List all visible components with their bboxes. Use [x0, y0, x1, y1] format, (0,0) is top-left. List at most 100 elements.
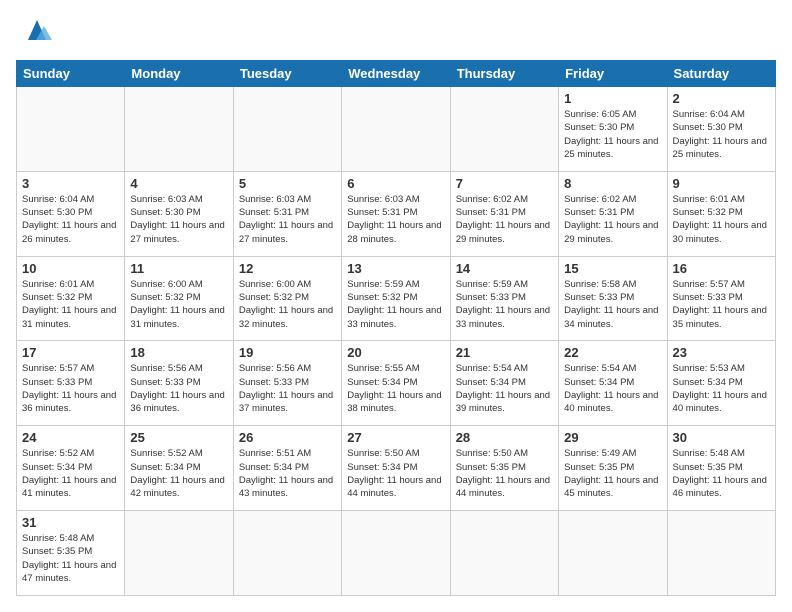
calendar-day-cell: 19Sunrise: 5:56 AM Sunset: 5:33 PM Dayli… — [233, 341, 341, 426]
day-info: Sunrise: 6:04 AM Sunset: 5:30 PM Dayligh… — [22, 193, 119, 246]
calendar-day-cell: 8Sunrise: 6:02 AM Sunset: 5:31 PM Daylig… — [559, 171, 667, 256]
header-friday: Friday — [559, 61, 667, 87]
day-number: 15 — [564, 261, 661, 276]
day-number: 22 — [564, 345, 661, 360]
day-number: 3 — [22, 176, 119, 191]
day-number: 20 — [347, 345, 444, 360]
day-info: Sunrise: 6:01 AM Sunset: 5:32 PM Dayligh… — [22, 278, 119, 331]
day-number: 4 — [130, 176, 227, 191]
day-info: Sunrise: 6:05 AM Sunset: 5:30 PM Dayligh… — [564, 108, 661, 161]
day-info: Sunrise: 6:00 AM Sunset: 5:32 PM Dayligh… — [130, 278, 227, 331]
header-tuesday: Tuesday — [233, 61, 341, 87]
day-number: 12 — [239, 261, 336, 276]
day-number: 28 — [456, 430, 553, 445]
day-number: 29 — [564, 430, 661, 445]
day-info: Sunrise: 6:03 AM Sunset: 5:31 PM Dayligh… — [347, 193, 444, 246]
day-info: Sunrise: 5:50 AM Sunset: 5:34 PM Dayligh… — [347, 447, 444, 500]
calendar-day-cell: 16Sunrise: 5:57 AM Sunset: 5:33 PM Dayli… — [667, 256, 775, 341]
calendar-day-cell: 21 Sunrise: 5:54 AM Sunset: 5:34 PM Dayli… — [450, 341, 558, 426]
day-number: 5 — [239, 176, 336, 191]
day-info: Sunrise: 5:58 AM Sunset: 5:33 PM Dayligh… — [564, 278, 661, 331]
calendar-day-cell — [450, 511, 558, 596]
calendar-day-cell: 3 Sunrise: 6:04 AM Sunset: 5:30 PM Daylig… — [17, 171, 125, 256]
day-info: Sunrise: 5:55 AM Sunset: 5:34 PM Dayligh… — [347, 362, 444, 415]
day-number: 27 — [347, 430, 444, 445]
calendar-day-cell — [342, 511, 450, 596]
day-info: Sunrise: 5:52 AM Sunset: 5:34 PM Dayligh… — [130, 447, 227, 500]
calendar-day-cell: 15 Sunrise: 5:58 AM Sunset: 5:33 PM Dayli… — [559, 256, 667, 341]
page: Sunday Monday Tuesday Wednesday Thursday… — [0, 0, 792, 612]
calendar-day-cell — [667, 511, 775, 596]
calendar-week-row: 17Sunrise: 5:57 AM Sunset: 5:33 PM Dayli… — [17, 341, 776, 426]
day-number: 9 — [673, 176, 770, 191]
header — [16, 16, 776, 50]
day-number: 18 — [130, 345, 227, 360]
calendar-day-cell — [233, 87, 341, 172]
header-wednesday: Wednesday — [342, 61, 450, 87]
calendar-day-cell: 30Sunrise: 5:48 AM Sunset: 5:35 PM Dayli… — [667, 426, 775, 511]
day-number: 30 — [673, 430, 770, 445]
calendar-day-cell: 12Sunrise: 6:00 AM Sunset: 5:32 PM Dayli… — [233, 256, 341, 341]
logo-icon — [18, 12, 56, 50]
day-number: 2 — [673, 91, 770, 106]
calendar-day-cell — [125, 511, 233, 596]
calendar-day-cell: 22 Sunrise: 5:54 AM Sunset: 5:34 PM Dayli… — [559, 341, 667, 426]
calendar-day-cell: 14 Sunrise: 5:59 AM Sunset: 5:33 PM Dayli… — [450, 256, 558, 341]
day-info: Sunrise: 6:04 AM Sunset: 5:30 PM Dayligh… — [673, 108, 770, 161]
day-number: 26 — [239, 430, 336, 445]
calendar-day-cell: 28Sunrise: 5:50 AM Sunset: 5:35 PM Dayli… — [450, 426, 558, 511]
calendar-day-cell — [233, 511, 341, 596]
calendar-day-cell: 10 Sunrise: 6:01 AM Sunset: 5:32 PM Dayli… — [17, 256, 125, 341]
calendar-week-row: 10 Sunrise: 6:01 AM Sunset: 5:32 PM Dayli… — [17, 256, 776, 341]
calendar-day-cell: 17Sunrise: 5:57 AM Sunset: 5:33 PM Dayli… — [17, 341, 125, 426]
header-thursday: Thursday — [450, 61, 558, 87]
calendar-day-cell: 9 Sunrise: 6:01 AM Sunset: 5:32 PM Daylig… — [667, 171, 775, 256]
day-number: 25 — [130, 430, 227, 445]
calendar-day-cell: 1 Sunrise: 6:05 AM Sunset: 5:30 PM Daylig… — [559, 87, 667, 172]
calendar-day-cell — [450, 87, 558, 172]
calendar-day-cell — [17, 87, 125, 172]
day-number: 11 — [130, 261, 227, 276]
day-info: Sunrise: 6:01 AM Sunset: 5:32 PM Dayligh… — [673, 193, 770, 246]
day-info: Sunrise: 5:57 AM Sunset: 5:33 PM Dayligh… — [673, 278, 770, 331]
calendar-day-cell: 25 Sunrise: 5:52 AM Sunset: 5:34 PM Dayli… — [125, 426, 233, 511]
calendar-day-cell: 13 Sunrise: 5:59 AM Sunset: 5:32 PM Dayli… — [342, 256, 450, 341]
calendar-day-cell: 27 Sunrise: 5:50 AM Sunset: 5:34 PM Dayli… — [342, 426, 450, 511]
day-info: Sunrise: 5:48 AM Sunset: 5:35 PM Dayligh… — [22, 532, 119, 585]
calendar-week-row: 3 Sunrise: 6:04 AM Sunset: 5:30 PM Daylig… — [17, 171, 776, 256]
day-number: 14 — [456, 261, 553, 276]
day-info: Sunrise: 5:56 AM Sunset: 5:33 PM Dayligh… — [130, 362, 227, 415]
day-info: Sunrise: 5:57 AM Sunset: 5:33 PM Dayligh… — [22, 362, 119, 415]
day-info: Sunrise: 6:03 AM Sunset: 5:31 PM Dayligh… — [239, 193, 336, 246]
day-info: Sunrise: 6:02 AM Sunset: 5:31 PM Dayligh… — [456, 193, 553, 246]
calendar-week-row: 31 Sunrise: 5:48 AM Sunset: 5:35 PM Dayli… — [17, 511, 776, 596]
day-info: Sunrise: 6:02 AM Sunset: 5:31 PM Dayligh… — [564, 193, 661, 246]
day-number: 19 — [239, 345, 336, 360]
day-info: Sunrise: 5:54 AM Sunset: 5:34 PM Dayligh… — [456, 362, 553, 415]
calendar-day-cell: 24Sunrise: 5:52 AM Sunset: 5:34 PM Dayli… — [17, 426, 125, 511]
calendar-day-cell: 11 Sunrise: 6:00 AM Sunset: 5:32 PM Dayli… — [125, 256, 233, 341]
day-number: 10 — [22, 261, 119, 276]
calendar-day-cell: 18 Sunrise: 5:56 AM Sunset: 5:33 PM Dayli… — [125, 341, 233, 426]
header-monday: Monday — [125, 61, 233, 87]
calendar-day-cell — [559, 511, 667, 596]
calendar-day-cell: 29Sunrise: 5:49 AM Sunset: 5:35 PM Dayli… — [559, 426, 667, 511]
calendar-day-cell: 23Sunrise: 5:53 AM Sunset: 5:34 PM Dayli… — [667, 341, 775, 426]
day-info: Sunrise: 5:59 AM Sunset: 5:33 PM Dayligh… — [456, 278, 553, 331]
day-number: 13 — [347, 261, 444, 276]
day-number: 31 — [22, 515, 119, 530]
day-info: Sunrise: 5:52 AM Sunset: 5:34 PM Dayligh… — [22, 447, 119, 500]
day-info: Sunrise: 5:51 AM Sunset: 5:34 PM Dayligh… — [239, 447, 336, 500]
day-info: Sunrise: 5:54 AM Sunset: 5:34 PM Dayligh… — [564, 362, 661, 415]
calendar-day-cell: 4Sunrise: 6:03 AM Sunset: 5:30 PM Daylig… — [125, 171, 233, 256]
calendar-day-cell: 20 Sunrise: 5:55 AM Sunset: 5:34 PM Dayli… — [342, 341, 450, 426]
day-info: Sunrise: 5:59 AM Sunset: 5:32 PM Dayligh… — [347, 278, 444, 331]
calendar-day-cell: 6Sunrise: 6:03 AM Sunset: 5:31 PM Daylig… — [342, 171, 450, 256]
calendar-day-cell: 31 Sunrise: 5:48 AM Sunset: 5:35 PM Dayli… — [17, 511, 125, 596]
calendar-day-cell: 7Sunrise: 6:02 AM Sunset: 5:31 PM Daylig… — [450, 171, 558, 256]
calendar-day-cell — [342, 87, 450, 172]
day-number: 1 — [564, 91, 661, 106]
logo — [16, 16, 56, 50]
day-number: 21 — [456, 345, 553, 360]
calendar-week-row: 24Sunrise: 5:52 AM Sunset: 5:34 PM Dayli… — [17, 426, 776, 511]
